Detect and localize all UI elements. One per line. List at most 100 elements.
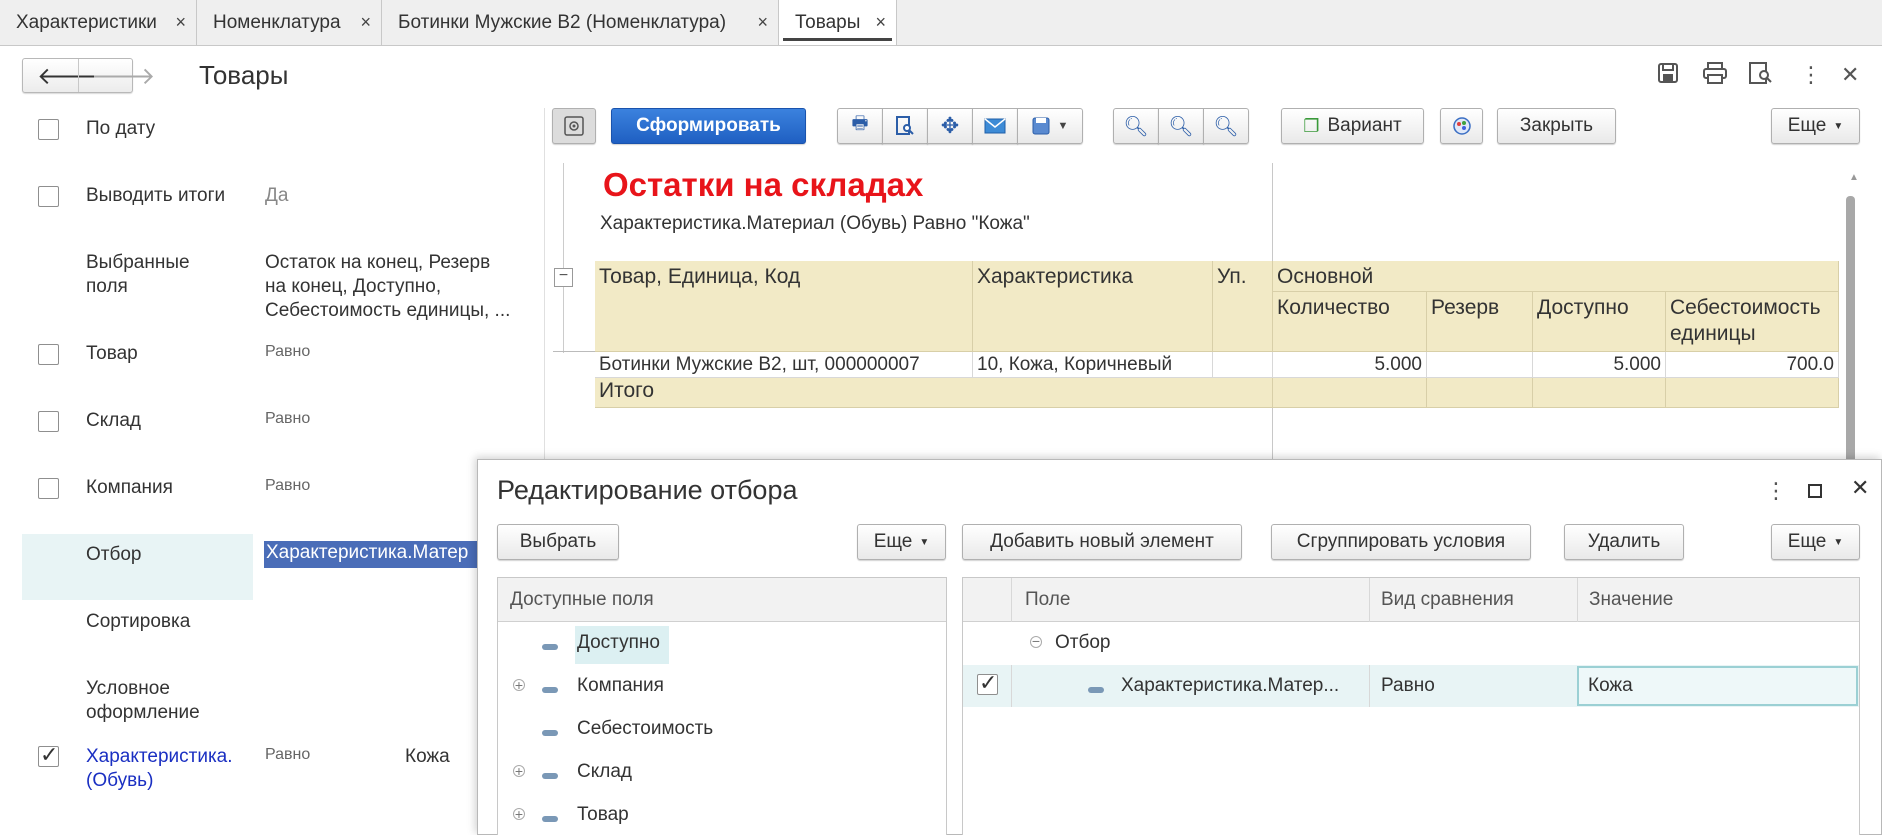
save-dropdown-button[interactable]: ▼ xyxy=(1017,108,1083,144)
cell-cost[interactable]: 700.0 xyxy=(1666,352,1839,378)
checkbox-show-totals[interactable] xyxy=(38,186,59,207)
chevron-down-icon: ▼ xyxy=(1833,536,1844,548)
arrow-right-icon[interactable]: 🡒 xyxy=(91,61,155,91)
setting-comparison-characteristic[interactable]: Равно xyxy=(265,746,310,764)
more-button-left[interactable]: Еще ▼ xyxy=(857,524,946,560)
header-group-main: Основной xyxy=(1273,261,1839,292)
settings-color-button[interactable] xyxy=(1440,108,1483,144)
scrollbar-thumb[interactable] xyxy=(1846,196,1855,466)
checkbox-characteristic-material[interactable] xyxy=(38,742,59,768)
cell-qty[interactable]: 5.000 xyxy=(1273,352,1427,378)
filter-row-checkbox[interactable]: ✓ xyxy=(977,670,998,695)
variant-button[interactable]: ❐ Вариант xyxy=(1281,108,1424,144)
tab-nomenclature[interactable]: Номенклатура × xyxy=(197,0,382,45)
settings-toggle-button[interactable] xyxy=(552,108,596,144)
expand-icon[interactable]: + xyxy=(513,678,525,692)
setting-label-characteristic-material[interactable]: Характеристика. (Обувь) xyxy=(86,745,233,793)
divider xyxy=(1577,578,1578,622)
field-item[interactable]: Компания xyxy=(577,675,664,697)
header-cost: Себестоимость единицы xyxy=(1666,292,1839,352)
divider xyxy=(1369,665,1370,707)
setting-comparison-company[interactable]: Равно xyxy=(265,477,310,495)
maximize-icon[interactable] xyxy=(1808,484,1822,498)
close-icon[interactable]: ✕ xyxy=(1841,62,1859,88)
move-button[interactable]: ✥ xyxy=(927,108,973,144)
email-button[interactable] xyxy=(972,108,1018,144)
email-icon xyxy=(984,118,1006,134)
tab-boots-item[interactable]: Ботинки Мужские В2 (Номенклатура) × xyxy=(382,0,779,45)
field-item[interactable]: Склад xyxy=(577,761,632,783)
filter-row[interactable]: ✓ Характеристика.Матер... Равно Кожа xyxy=(963,665,1859,707)
available-fields-list[interactable]: Доступные поля Доступно + Компания Себес… xyxy=(497,577,947,835)
add-element-button[interactable]: Добавить новый элемент xyxy=(962,524,1242,560)
generate-button[interactable]: Сформировать xyxy=(611,108,806,144)
field-item[interactable]: Товар xyxy=(577,804,629,826)
field-icon xyxy=(542,636,558,658)
cell-characteristic[interactable]: 10, Кожа, Коричневый xyxy=(973,352,1213,378)
setting-label-company: Компания xyxy=(86,477,173,498)
setting-value-filter[interactable]: Характеристика.Матер xyxy=(264,541,478,568)
find-next-button[interactable]: 🔍︎ xyxy=(1158,108,1204,144)
expand-icon[interactable]: + xyxy=(513,807,525,821)
select-button[interactable]: Выбрать xyxy=(497,524,619,560)
setting-label-selected-fields: Выбранные поля xyxy=(86,252,190,297)
checkbox-by-date[interactable] xyxy=(38,119,59,140)
close-icon[interactable]: × xyxy=(875,12,886,33)
filter-grid-header: Поле Вид сравнения Значение xyxy=(963,578,1859,622)
preview-icon xyxy=(896,116,914,135)
more-button-right[interactable]: Еще ▼ xyxy=(1771,524,1860,560)
preview-button[interactable] xyxy=(882,108,928,144)
find-button[interactable]: 🔍︎ xyxy=(1113,108,1159,144)
close-button[interactable]: Закрыть xyxy=(1497,108,1616,144)
preview-icon[interactable] xyxy=(1749,62,1773,90)
field-icon xyxy=(542,808,558,830)
setting-value-characteristic[interactable]: Кожа xyxy=(405,745,450,769)
checkbox-warehouse[interactable] xyxy=(38,411,59,432)
report-scrollbar[interactable]: ▲ xyxy=(1840,166,1870,466)
header-reserve: Резерв xyxy=(1427,292,1533,352)
close-icon[interactable]: × xyxy=(175,12,186,33)
scroll-up-icon[interactable]: ▲ xyxy=(1849,172,1859,183)
close-icon[interactable]: × xyxy=(757,12,768,33)
checkbox-goods[interactable] xyxy=(38,344,59,365)
setting-value-show-totals[interactable]: Да xyxy=(265,184,288,208)
check-icon: ✓ xyxy=(979,670,998,695)
group-conditions-button[interactable]: Сгруппировать условия xyxy=(1271,524,1531,560)
field-item[interactable]: Себестоимость xyxy=(577,718,713,740)
filter-conditions-grid[interactable]: Поле Вид сравнения Значение − Отбор ✓ Ха… xyxy=(962,577,1860,835)
cell-pack[interactable] xyxy=(1213,352,1273,378)
active-tab-underline xyxy=(783,38,892,41)
setting-value-selected-fields[interactable]: Остаток на конец, Резерв на конец, Досту… xyxy=(265,251,510,323)
cell-goods[interactable]: Ботинки Мужские В2, шт, 000000007 xyxy=(595,352,973,378)
close-icon[interactable]: × xyxy=(360,12,371,33)
print-icon[interactable] xyxy=(1703,62,1727,90)
print-button[interactable]: 🖶 xyxy=(837,108,883,144)
tab-bar: Характеристики × Номенклатура × Ботинки … xyxy=(0,0,1882,46)
collapse-icon[interactable]: − xyxy=(554,268,573,287)
cell-available[interactable]: 5.000 xyxy=(1533,352,1666,378)
more-vertical-icon[interactable]: ⋮ xyxy=(1800,62,1822,88)
tab-characteristics[interactable]: Характеристики × xyxy=(0,0,197,45)
delete-button[interactable]: Удалить xyxy=(1564,524,1684,560)
cell-reserve[interactable] xyxy=(1427,352,1533,378)
close-icon[interactable]: ✕ xyxy=(1851,475,1869,501)
setting-comparison-goods[interactable]: Равно xyxy=(265,343,310,361)
available-fields-header: Доступные поля xyxy=(498,578,946,622)
save-icon[interactable] xyxy=(1657,62,1679,90)
checkbox-company[interactable] xyxy=(38,478,59,499)
setting-comparison-warehouse[interactable]: Равно xyxy=(265,410,310,428)
filter-row-field[interactable]: Характеристика.Матер... xyxy=(1121,675,1361,697)
more-vertical-icon[interactable]: ⋮ xyxy=(1765,478,1787,504)
filter-row-value[interactable]: Кожа xyxy=(1577,666,1858,706)
expand-icon[interactable]: + xyxy=(513,764,525,778)
field-item[interactable]: Доступно xyxy=(577,632,660,654)
settings-icon xyxy=(564,116,584,136)
search-next-icon: 🔍︎ xyxy=(1168,115,1194,138)
header-available: Доступно xyxy=(1533,292,1666,352)
find-previous-button[interactable]: 🔍︎ xyxy=(1203,108,1249,144)
save-icon xyxy=(1032,117,1050,135)
tab-goods[interactable]: Товары × xyxy=(779,0,897,45)
more-button[interactable]: Еще ▼ xyxy=(1771,108,1860,144)
filter-row-comparison[interactable]: Равно xyxy=(1381,675,1435,697)
collapse-icon[interactable]: − xyxy=(1030,634,1042,648)
